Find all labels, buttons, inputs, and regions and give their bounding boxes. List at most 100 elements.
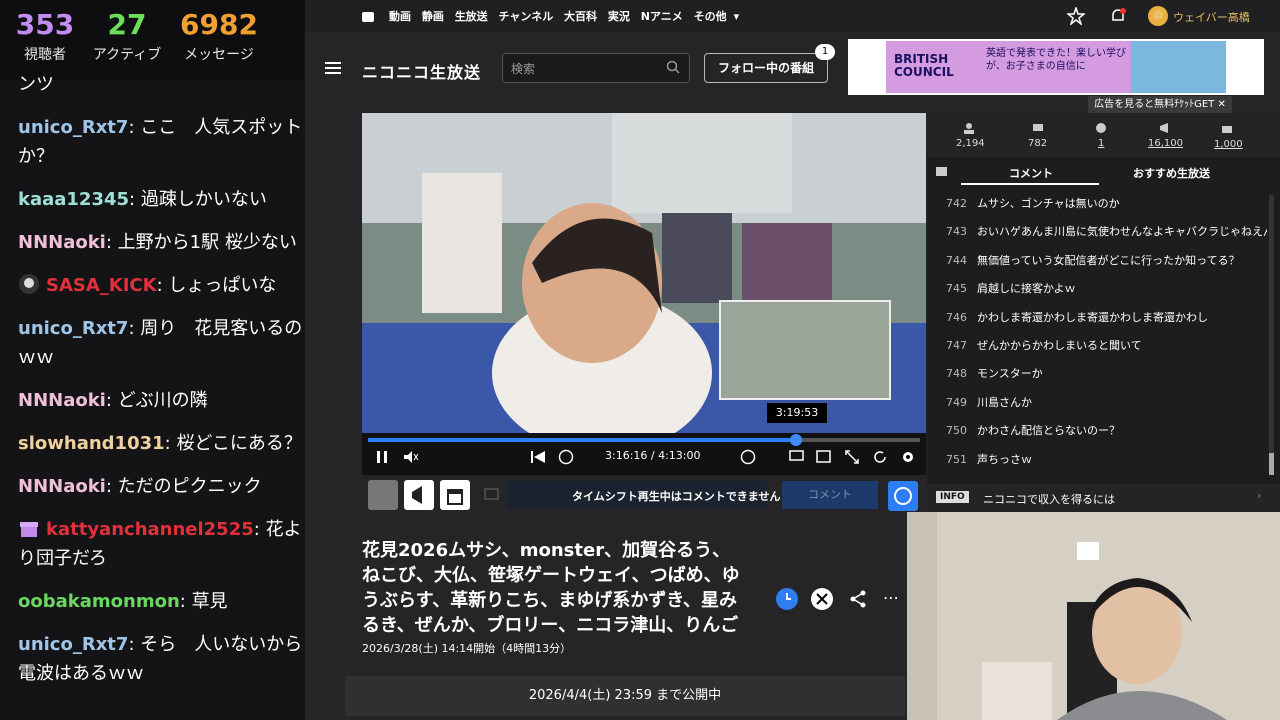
chat-text: 草見 — [191, 591, 228, 612]
stat-timeshift[interactable]: 1 — [1098, 138, 1104, 149]
info-tag: INFO — [936, 491, 969, 503]
rewind-10-icon[interactable] — [558, 449, 574, 465]
comment-text: おいハゲあんま川島に気使わせんなよキャバクラじゃねえん — [977, 225, 1267, 239]
x-share-icon[interactable] — [810, 587, 834, 611]
comment-text: かわさん配信とらないのー？ — [977, 424, 1120, 438]
info-text: ニコニコで収入を得るには — [983, 493, 1115, 506]
gift-points-icon — [1222, 126, 1232, 133]
pause-icon[interactable] — [376, 450, 388, 464]
stat-nicoad[interactable]: 16,100 — [1148, 138, 1183, 149]
comment-text: 無価値っていう女配信者がどこに行ったか知ってる？ — [977, 253, 1240, 267]
chevron-right-icon: › — [1257, 489, 1262, 502]
thumbnail-button[interactable] — [368, 480, 398, 510]
gear-icon[interactable] — [900, 449, 916, 465]
tab-recommended[interactable]: おすすめ生放送 — [1133, 165, 1210, 181]
bell-icon[interactable] — [1109, 7, 1127, 25]
comment-row[interactable]: 750 かわさん配信とらないのー？ — [927, 422, 1267, 450]
more-options-icon[interactable]: ⋯ — [883, 588, 899, 607]
user-name[interactable]: ウェイバー高橋 — [1173, 9, 1250, 25]
ad-brand: BRITISH COUNCIL — [894, 52, 954, 79]
niconico-live-logo[interactable]: ニコニコ生放送 — [362, 59, 481, 83]
chat-partial-line: ンツ — [18, 74, 54, 95]
viewers-label: 視聴者 — [24, 47, 66, 63]
chat-text: ただのピクニック — [117, 476, 262, 497]
comment-row[interactable]: 747 ぜんかからかわしまいると聞いて — [927, 337, 1267, 365]
chat-username: oobakamonmon — [18, 591, 180, 612]
chat-message: oobakamonmon: 草見 — [18, 591, 228, 612]
comment-row[interactable]: 744 無価値っていう女配信者がどこに行ったか知ってる？ — [927, 252, 1267, 280]
nav-anime[interactable]: Nアニメ — [641, 10, 683, 23]
comment-number: 746 — [946, 310, 967, 324]
skip-back-icon[interactable] — [530, 450, 546, 464]
stat-comments: 782 — [1028, 138, 1048, 149]
ad-ticket-banner[interactable]: 広告を見ると無料ﾁｹｯﾄGET ✕ — [1088, 96, 1232, 114]
share-icon[interactable] — [849, 590, 867, 608]
comment-number: 747 — [946, 338, 967, 352]
comment-toggle-icon[interactable] — [789, 450, 805, 464]
avatar[interactable] — [1147, 5, 1169, 27]
comment-row[interactable]: 743 おいハゲあんま川島に気使わせんなよキャバクラじゃねえん — [927, 223, 1267, 251]
scrollbar-thumb[interactable] — [1269, 453, 1274, 475]
seek-bar[interactable] — [368, 434, 920, 446]
niconico-tv-icon[interactable] — [361, 9, 375, 23]
nav-channel[interactable]: チャンネル — [499, 10, 554, 23]
active-count: 27 — [107, 8, 147, 41]
forward-10-icon[interactable] — [740, 449, 756, 465]
nav-jikkyo[interactable]: 実況 — [608, 10, 630, 23]
comment-row[interactable]: 746 かわしま寄還かわしま寄還かわしま寄還かわし — [927, 309, 1267, 337]
comment-text: かわしま寄還かわしま寄還かわしま寄還かわし — [977, 310, 1208, 324]
active-label: アクティブ — [92, 47, 162, 63]
comment-submit-button[interactable]: コメント — [782, 481, 878, 509]
smile-icon — [894, 487, 912, 505]
clock-icon[interactable] — [775, 587, 799, 611]
comment-side-panel: 2,194 782 1 16,100 1,000 コメント おすすめ生放送 74… — [927, 113, 1280, 513]
nav-dic[interactable]: 大百科 — [564, 10, 597, 23]
stream-chat-panel: 353 視聴者 27 アクティブ 6982 メッセージ ンツ unico_Rxt… — [0, 0, 330, 720]
gift-icon — [447, 489, 463, 505]
seek-handle[interactable] — [790, 434, 803, 446]
reload-icon[interactable] — [872, 449, 888, 465]
follow-programs-button[interactable]: フォロー中の番組 — [704, 53, 828, 83]
picture-in-picture-icon[interactable] — [816, 450, 832, 464]
comment-scrollbar[interactable] — [1269, 195, 1274, 475]
search-icon[interactable] — [666, 60, 680, 74]
video-player[interactable] — [362, 113, 926, 433]
banner-ad[interactable]: BRITISH COUNCIL 英語で発表できた！楽しい学びが、お子さまの自信に — [848, 39, 1264, 95]
chat-username: unico_Rxt7 — [18, 318, 129, 339]
info-banner[interactable]: INFO ニコニコで収入を得るには › — [927, 484, 1280, 512]
search-input[interactable]: 検索 — [502, 53, 690, 83]
follow-count-badge: 1 — [815, 44, 835, 60]
ad-creative: BRITISH COUNCIL 英語で発表できた！楽しい学びが、お子さまの自信に — [886, 41, 1226, 93]
comment-row[interactable]: 745 肩越しに接客かよｗ — [927, 280, 1267, 308]
emoji-button[interactable] — [888, 481, 918, 511]
comment-row[interactable]: 742 ムサシ、ゴンチャは無いのか — [927, 195, 1267, 223]
chat-message: unico_Rxt7: そら 人いないから電波はあるｗｗ — [18, 634, 303, 684]
mute-icon[interactable] — [403, 450, 419, 464]
chat-username: NNNaoki — [18, 390, 106, 411]
nav-live[interactable]: 生放送 — [455, 10, 488, 23]
seek-progress — [368, 438, 797, 442]
star-icon[interactable] — [1067, 7, 1085, 25]
gift-button[interactable] — [440, 480, 470, 510]
nav-seiga[interactable]: 静画 — [422, 10, 444, 23]
active-tab-indicator — [961, 183, 1099, 185]
comment-row[interactable]: 749 川島さんか — [927, 394, 1267, 422]
chat-username: slowhand1031 — [18, 433, 165, 454]
chat-message: NNNaoki: どぶ川の隣 — [18, 390, 208, 411]
comment-row[interactable]: 748 モンスターか — [927, 365, 1267, 393]
streamer-webcam — [907, 512, 1280, 720]
comment-row[interactable]: 751 声ちっさｗ — [927, 451, 1267, 479]
comment-bar: タイムシフト再生中はコメントできません コメント — [362, 479, 926, 511]
fullscreen-icon[interactable] — [844, 449, 860, 465]
menu-icon[interactable] — [325, 61, 341, 75]
nav-video[interactable]: 動画 — [389, 10, 411, 23]
live-header: ニコニコ生放送 検索 フォロー中の番組 1 BRITISH COUNCIL 英語… — [305, 32, 1280, 102]
nav-more[interactable]: その他 — [694, 10, 727, 23]
close-icon[interactable]: ✕ — [1217, 99, 1225, 110]
chat-text: どぶ川の隣 — [117, 390, 208, 411]
stat-gift[interactable]: 1,000 — [1214, 139, 1243, 150]
tab-comments[interactable]: コメント — [1009, 165, 1053, 181]
nicoad-button[interactable] — [404, 480, 434, 510]
filter-icon[interactable] — [935, 165, 949, 179]
chat-message: NNNaoki: ただのピクニック — [18, 476, 262, 497]
